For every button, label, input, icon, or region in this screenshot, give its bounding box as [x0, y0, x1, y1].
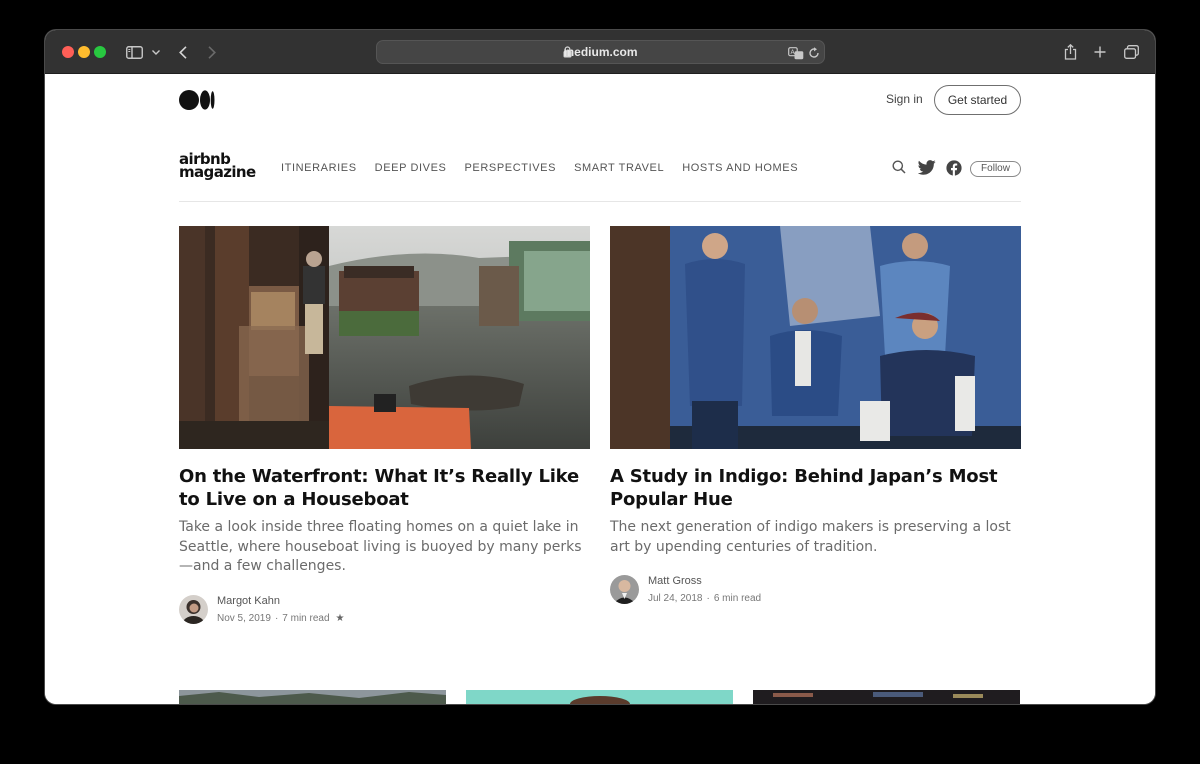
header-divider: [179, 201, 1021, 202]
translate-icon[interactable]: A: [787, 43, 805, 63]
sign-in-link[interactable]: Sign in: [886, 92, 923, 106]
airbnb-magazine-logo[interactable]: airbnb magazine: [179, 152, 259, 181]
member-star-icon: ★: [335, 612, 345, 624]
facebook-icon[interactable]: [946, 160, 962, 181]
twitter-icon[interactable]: [917, 160, 936, 180]
medium-logo[interactable]: [179, 90, 216, 115]
zoom-window-button[interactable]: [94, 46, 106, 58]
publication-nav: ITINERARIES DEEP DIVES PERSPECTIVES SMAR…: [281, 162, 798, 174]
article-description[interactable]: The next generation of indigo makers is …: [610, 518, 1021, 557]
article-title[interactable]: A Study in Indigo: Behind Japan’s Most P…: [610, 465, 1021, 511]
article-thumbnail[interactable]: [753, 690, 1020, 704]
nav-smart-travel[interactable]: SMART TRAVEL: [574, 162, 664, 174]
browser-titlebar: medium.com A: [45, 30, 1155, 74]
chevron-down-icon[interactable]: [149, 42, 163, 62]
houseboat-image[interactable]: [179, 226, 590, 449]
avatar[interactable]: [179, 594, 208, 624]
reload-icon[interactable]: [805, 43, 823, 63]
article-date-readtime: Jul 24, 2018 · 6 min read: [648, 593, 762, 604]
follow-button[interactable]: Follow: [970, 161, 1021, 177]
url-text: medium.com: [563, 45, 638, 59]
read-time: 7 min read: [282, 612, 330, 624]
author-name[interactable]: Matt Gross: [648, 575, 702, 587]
back-icon[interactable]: [176, 42, 190, 62]
author-name[interactable]: Margot Kahn: [217, 595, 280, 607]
article-date: Jul 24, 2018: [648, 593, 703, 604]
page-content: Sign in Get started airbnb magazine ITIN…: [45, 74, 1155, 704]
sidebar-icon[interactable]: [124, 42, 144, 62]
nav-itineraries[interactable]: ITINERARIES: [281, 162, 357, 174]
new-tab-icon[interactable]: [1092, 42, 1108, 62]
avatar[interactable]: [610, 575, 639, 604]
get-started-button[interactable]: Get started: [934, 85, 1021, 115]
logo-line2: magazine: [179, 163, 256, 181]
forward-icon[interactable]: [205, 42, 219, 62]
article-description[interactable]: Take a look inside three floating homes …: [179, 518, 590, 577]
article-meta: Matt Gross Jul 24, 2018 · 6 min read: [610, 575, 1021, 607]
nav-perspectives[interactable]: PERSPECTIVES: [465, 162, 557, 174]
article-card[interactable]: A Study in Indigo: Behind Japan’s Most P…: [610, 226, 1021, 607]
article-date: Nov 5, 2019: [217, 612, 271, 624]
minimize-window-button[interactable]: [78, 46, 90, 58]
read-time: 6 min read: [713, 593, 762, 604]
search-icon[interactable]: [892, 160, 906, 179]
browser-window: medium.com A Sign in Get started airbnb: [45, 30, 1155, 704]
article-thumbnail[interactable]: [466, 690, 733, 704]
article-meta: Margot Kahn Nov 5, 2019 · 7 min read ★: [179, 594, 590, 627]
close-window-button[interactable]: [62, 46, 74, 58]
article-title[interactable]: On the Waterfront: What It’s Really Like…: [179, 465, 590, 511]
address-bar[interactable]: medium.com A: [376, 40, 825, 64]
article-date-readtime: Nov 5, 2019 · 7 min read ★: [217, 612, 345, 624]
share-icon[interactable]: [1062, 42, 1078, 62]
nav-deep-dives[interactable]: DEEP DIVES: [375, 162, 447, 174]
article-card[interactable]: On the Waterfront: What It’s Really Like…: [179, 226, 590, 627]
nav-hosts-and-homes[interactable]: HOSTS AND HOMES: [682, 162, 798, 174]
indigo-makers-image[interactable]: [610, 226, 1021, 449]
tabs-overview-icon[interactable]: [1122, 42, 1140, 62]
article-thumbnail[interactable]: [179, 690, 446, 704]
